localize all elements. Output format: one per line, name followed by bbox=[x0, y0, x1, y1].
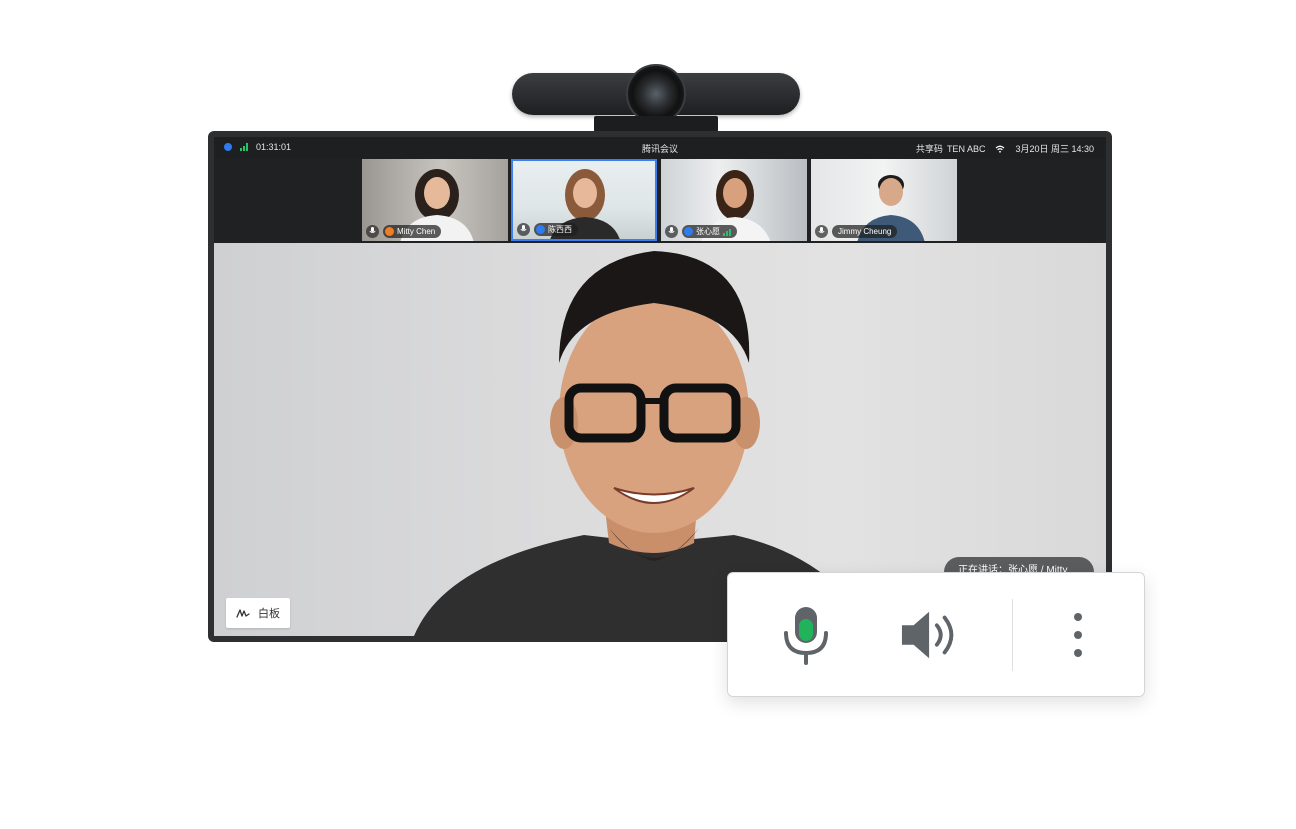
participant-name-chip: Mitty Chen bbox=[383, 225, 442, 238]
mic-icon[interactable] bbox=[665, 225, 678, 238]
more-vertical-icon bbox=[1074, 613, 1082, 657]
participant-name: Mitty Chen bbox=[397, 227, 436, 236]
user-icon bbox=[385, 227, 394, 236]
webcam-mount bbox=[594, 116, 718, 132]
whiteboard-label: 白板 bbox=[258, 608, 280, 620]
participant-tile[interactable]: Jimmy Cheung bbox=[811, 159, 957, 241]
user-icon bbox=[684, 227, 693, 236]
mic-icon[interactable] bbox=[517, 223, 530, 236]
participant-tile[interactable]: 张心愿 bbox=[661, 159, 807, 241]
audio-level-icon bbox=[723, 228, 731, 236]
monitor-frame: 01:31:01 腾讯会议 共享码 TEN ABC 3月20日 周三 14:30 bbox=[208, 131, 1112, 642]
mic-icon[interactable] bbox=[366, 225, 379, 238]
share-code: TEN ABC bbox=[946, 143, 986, 154]
mic-icon[interactable] bbox=[815, 225, 828, 238]
participant-name-chip: 陈西西 bbox=[534, 223, 578, 236]
participant-name: 陈西西 bbox=[548, 225, 572, 234]
mic-button[interactable] bbox=[774, 603, 838, 667]
status-bar: 01:31:01 腾讯会议 共享码 TEN ABC 3月20日 周三 14:30 bbox=[214, 137, 1106, 159]
share-code-label: 共享码 bbox=[915, 144, 943, 154]
more-options-button[interactable] bbox=[1046, 603, 1110, 667]
microphone-icon bbox=[784, 607, 828, 665]
participant-name-chip: 张心愿 bbox=[682, 225, 737, 238]
speaker-button[interactable] bbox=[900, 603, 964, 667]
webcam-lens bbox=[626, 64, 686, 124]
whiteboard-button[interactable]: 白板 bbox=[226, 598, 290, 628]
participant-name: Jimmy Cheung bbox=[838, 227, 892, 236]
meeting-screen: 01:31:01 腾讯会议 共享码 TEN ABC 3月20日 周三 14:30 bbox=[214, 137, 1106, 636]
pen-icon bbox=[236, 609, 250, 618]
participant-tile[interactable]: Mitty Chen bbox=[362, 159, 508, 241]
audio-control-panel bbox=[727, 572, 1145, 697]
participant-strip: Mitty Chen 陈西西 张心愿 Jimmy Cheung bbox=[214, 159, 1106, 243]
date-time: 3月20日 周三 14:30 bbox=[1015, 144, 1094, 154]
webcam-device bbox=[512, 64, 800, 124]
user-icon bbox=[536, 225, 545, 234]
divider bbox=[1012, 599, 1013, 671]
speaker-icon bbox=[901, 611, 954, 659]
participant-name-chip: Jimmy Cheung bbox=[832, 225, 898, 238]
participant-name: 张心愿 bbox=[696, 227, 720, 236]
wifi-icon bbox=[996, 145, 1005, 153]
participant-tile-active[interactable]: 陈西西 bbox=[511, 159, 657, 241]
